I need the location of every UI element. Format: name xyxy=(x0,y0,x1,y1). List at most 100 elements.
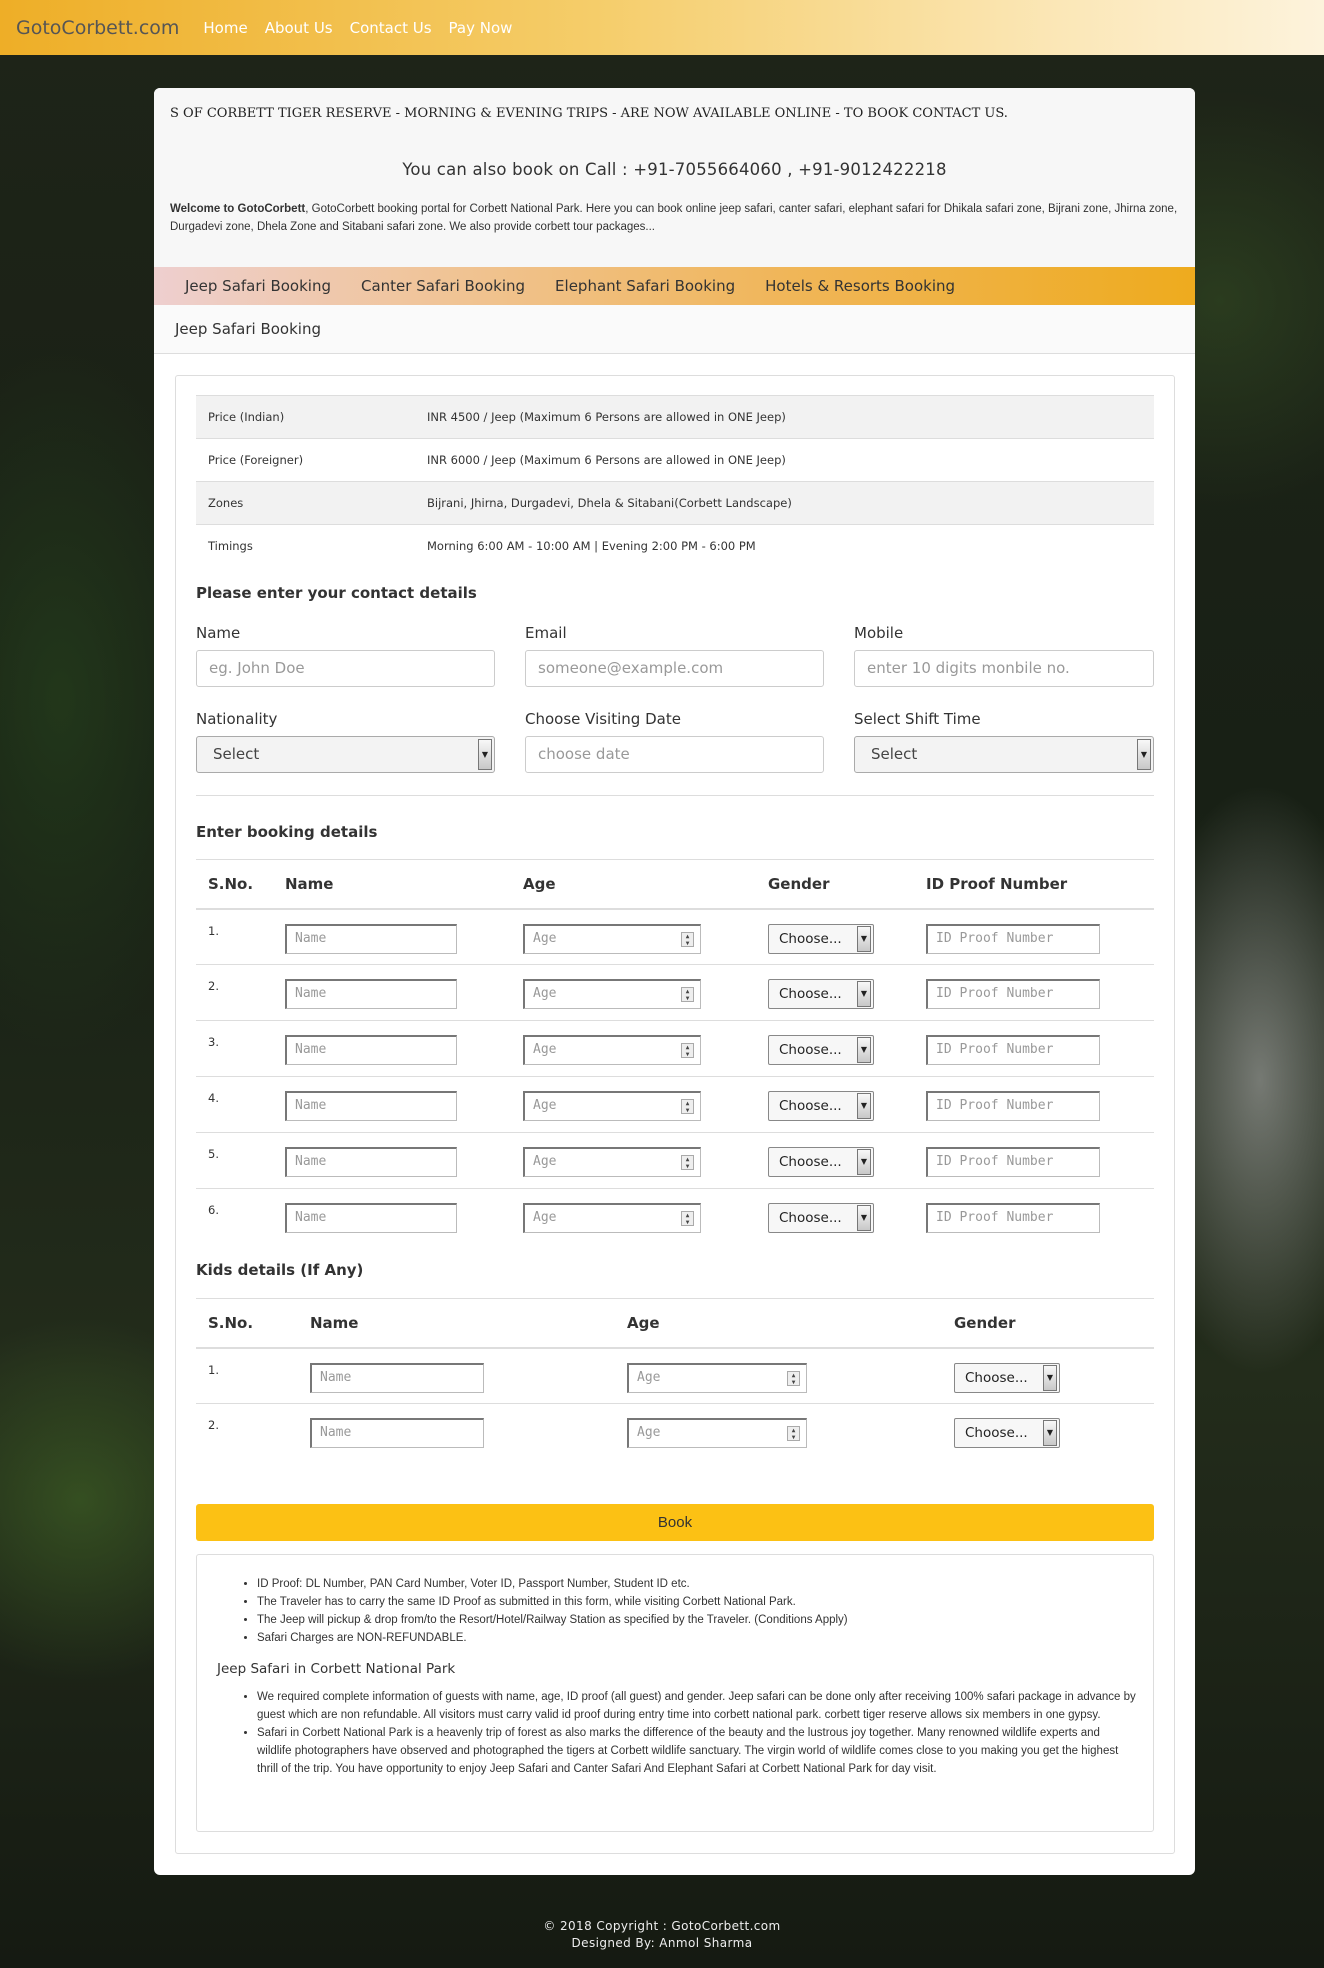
age-cell: Age ▲ ▼ xyxy=(511,908,756,965)
name-input[interactable]: eg. John Doe xyxy=(196,650,495,687)
row-number: 5. xyxy=(196,1132,273,1189)
guest-gender-select[interactable]: Choose... ▼ xyxy=(768,923,874,954)
shift-time-select[interactable]: Select ▼ xyxy=(854,736,1154,773)
price-value: Morning 6:00 AM - 10:00 AM | Evening 2:0… xyxy=(415,524,1154,568)
nav-pay-now[interactable]: Pay Now xyxy=(449,19,513,37)
tab-canter-safari[interactable]: Canter Safari Booking xyxy=(346,277,540,295)
row-number: 1. xyxy=(196,908,273,965)
id-proof-input[interactable]: ID Proof Number xyxy=(926,1091,1100,1121)
guest-age-input[interactable]: Age ▲ ▼ xyxy=(523,1035,701,1065)
nationality-select[interactable]: Select ▼ xyxy=(196,736,495,773)
tab-elephant-safari[interactable]: Elephant Safari Booking xyxy=(540,277,750,295)
col-name: Name xyxy=(273,859,511,910)
id-proof-input[interactable]: ID Proof Number xyxy=(926,923,1100,954)
spinner-icon[interactable]: ▲ ▼ xyxy=(681,1211,694,1226)
nav-contact-us[interactable]: Contact Us xyxy=(350,19,432,37)
guest-age-input[interactable]: Age ▲ ▼ xyxy=(523,1203,701,1233)
nationality-value: Select xyxy=(213,745,260,763)
id-proof-cell: ID Proof Number xyxy=(914,1076,1154,1133)
guest-age-input[interactable]: Age ▲ ▼ xyxy=(523,1147,701,1177)
welcome-body: , GotoCorbett booking portal for Corbett… xyxy=(170,203,1178,233)
guest-gender-select[interactable]: Choose... ▼ xyxy=(768,1203,874,1233)
spinner-icon[interactable]: ▲ ▼ xyxy=(681,931,694,947)
tab-hotels-resorts[interactable]: Hotels & Resorts Booking xyxy=(750,277,970,295)
guest-age-input[interactable]: Age ▲ ▼ xyxy=(523,923,701,954)
brand-logo[interactable]: GotoCorbett.com xyxy=(16,17,179,39)
guest-gender-select[interactable]: Choose... ▼ xyxy=(768,979,874,1009)
mobile-label: Mobile xyxy=(854,624,904,642)
col-sno: S.No. xyxy=(196,859,273,910)
email-input[interactable]: someone@example.com xyxy=(525,650,824,687)
chevron-down-icon: ▼ xyxy=(1137,739,1151,770)
nav-home[interactable]: Home xyxy=(203,19,247,37)
kid-name-input[interactable]: Name xyxy=(310,1418,484,1448)
visiting-date-input[interactable]: choose date xyxy=(525,736,824,773)
id-proof-cell: ID Proof Number xyxy=(914,1132,1154,1189)
price-label: Price (Indian) xyxy=(196,395,415,439)
list-item: The Jeep will pickup & drop from/to the … xyxy=(257,1611,1137,1629)
booking-tabs: Jeep Safari Booking Canter Safari Bookin… xyxy=(154,267,1195,305)
gender-value: Choose... xyxy=(779,1154,842,1170)
guest-gender-select[interactable]: Choose... ▼ xyxy=(768,1147,874,1177)
section-heading: Jeep Safari Booking xyxy=(154,305,1195,354)
book-button[interactable]: Book xyxy=(196,1504,1154,1541)
kid-gender-select[interactable]: Choose... ▼ xyxy=(954,1362,1060,1393)
spinner-icon[interactable]: ▲ ▼ xyxy=(681,987,694,1002)
id-proof-input[interactable]: ID Proof Number xyxy=(926,1035,1100,1065)
id-proof-input[interactable]: ID Proof Number xyxy=(926,979,1100,1009)
spinner-icon[interactable]: ▲ ▼ xyxy=(787,1370,800,1386)
copyright-text: © 2018 Copyright : GotoCorbett.com xyxy=(543,1919,781,1933)
table-row: 4. Name Age ▲ ▼ Choose... ▼ ID Proof Number xyxy=(196,1076,1154,1133)
age-placeholder: Age xyxy=(533,986,557,1001)
tab-jeep-safari[interactable]: Jeep Safari Booking xyxy=(170,277,346,295)
guest-name-input[interactable]: Name xyxy=(285,1147,457,1177)
gender-value: Choose... xyxy=(779,1098,842,1114)
call-info: You can also book on Call : +91-70556640… xyxy=(402,160,947,179)
list-item: ID Proof: DL Number, PAN Card Number, Vo… xyxy=(257,1575,1137,1593)
guest-name-input[interactable]: Name xyxy=(285,979,457,1009)
col-sno: S.No. xyxy=(196,1298,298,1349)
guest-age-input[interactable]: Age ▲ ▼ xyxy=(523,1091,701,1121)
announcement-marquee: S OF CORBETT TIGER RESERVE - MORNING & E… xyxy=(170,106,1008,121)
age-cell: Age ▲ ▼ xyxy=(511,1076,756,1133)
chevron-down-icon: ▼ xyxy=(857,981,871,1007)
id-proof-input[interactable]: ID Proof Number xyxy=(926,1147,1100,1177)
row-number: 4. xyxy=(196,1076,273,1133)
kid-age-input[interactable]: Age ▲ ▼ xyxy=(627,1418,807,1448)
table-header-row: S.No. Name Age Gender ID Proof Number xyxy=(196,859,1154,910)
guest-gender-select[interactable]: Choose... ▼ xyxy=(768,1035,874,1065)
col-name: Name xyxy=(298,1298,615,1349)
guest-gender-select[interactable]: Choose... ▼ xyxy=(768,1091,874,1121)
notes-title: Jeep Safari in Corbett National Park xyxy=(217,1661,456,1677)
spinner-icon[interactable]: ▲ ▼ xyxy=(681,1043,694,1058)
price-label: Price (Foreigner) xyxy=(196,438,415,482)
kid-gender-select[interactable]: Choose... ▼ xyxy=(954,1418,1060,1448)
kid-age-input[interactable]: Age ▲ ▼ xyxy=(627,1362,807,1393)
email-label: Email xyxy=(525,624,567,642)
chevron-down-icon: ▼ xyxy=(1043,1364,1057,1391)
kid-name-input[interactable]: Name xyxy=(310,1362,484,1393)
age-cell: Age ▲ ▼ xyxy=(511,1132,756,1189)
divider xyxy=(196,795,1154,796)
guest-name-input[interactable]: Name xyxy=(285,1035,457,1065)
guest-name-input[interactable]: Name xyxy=(285,923,457,954)
spinner-icon[interactable]: ▲ ▼ xyxy=(787,1426,800,1441)
chevron-down-icon: ▼ xyxy=(857,1205,871,1231)
col-gender: Gender xyxy=(942,1298,1154,1349)
age-cell: Age ▲ ▼ xyxy=(511,1188,756,1245)
gender-cell: Choose... ▼ xyxy=(942,1347,1154,1404)
id-proof-input[interactable]: ID Proof Number xyxy=(926,1203,1100,1233)
nav-about-us[interactable]: About Us xyxy=(265,19,333,37)
gender-value: Choose... xyxy=(965,1369,1028,1386)
id-proof-notes: ID Proof: DL Number, PAN Card Number, Vo… xyxy=(257,1575,1137,1647)
kids-table: S.No. Name Age Gender 1. Name Age ▲ ▼ Choose.… xyxy=(196,1298,1154,1460)
spinner-icon[interactable]: ▲ ▼ xyxy=(681,1155,694,1170)
table-row: Zones Bijrani, Jhirna, Durgadevi, Dhela &… xyxy=(196,481,1154,525)
guest-name-input[interactable]: Name xyxy=(285,1203,457,1233)
row-number: 6. xyxy=(196,1188,273,1245)
spinner-icon[interactable]: ▲ ▼ xyxy=(681,1099,694,1114)
guest-name-input[interactable]: Name xyxy=(285,1091,457,1121)
mobile-input[interactable]: enter 10 digits monbile no. xyxy=(854,650,1154,687)
guest-age-input[interactable]: Age ▲ ▼ xyxy=(523,979,701,1009)
list-item: The Traveler has to carry the same ID Pr… xyxy=(257,1593,1137,1611)
